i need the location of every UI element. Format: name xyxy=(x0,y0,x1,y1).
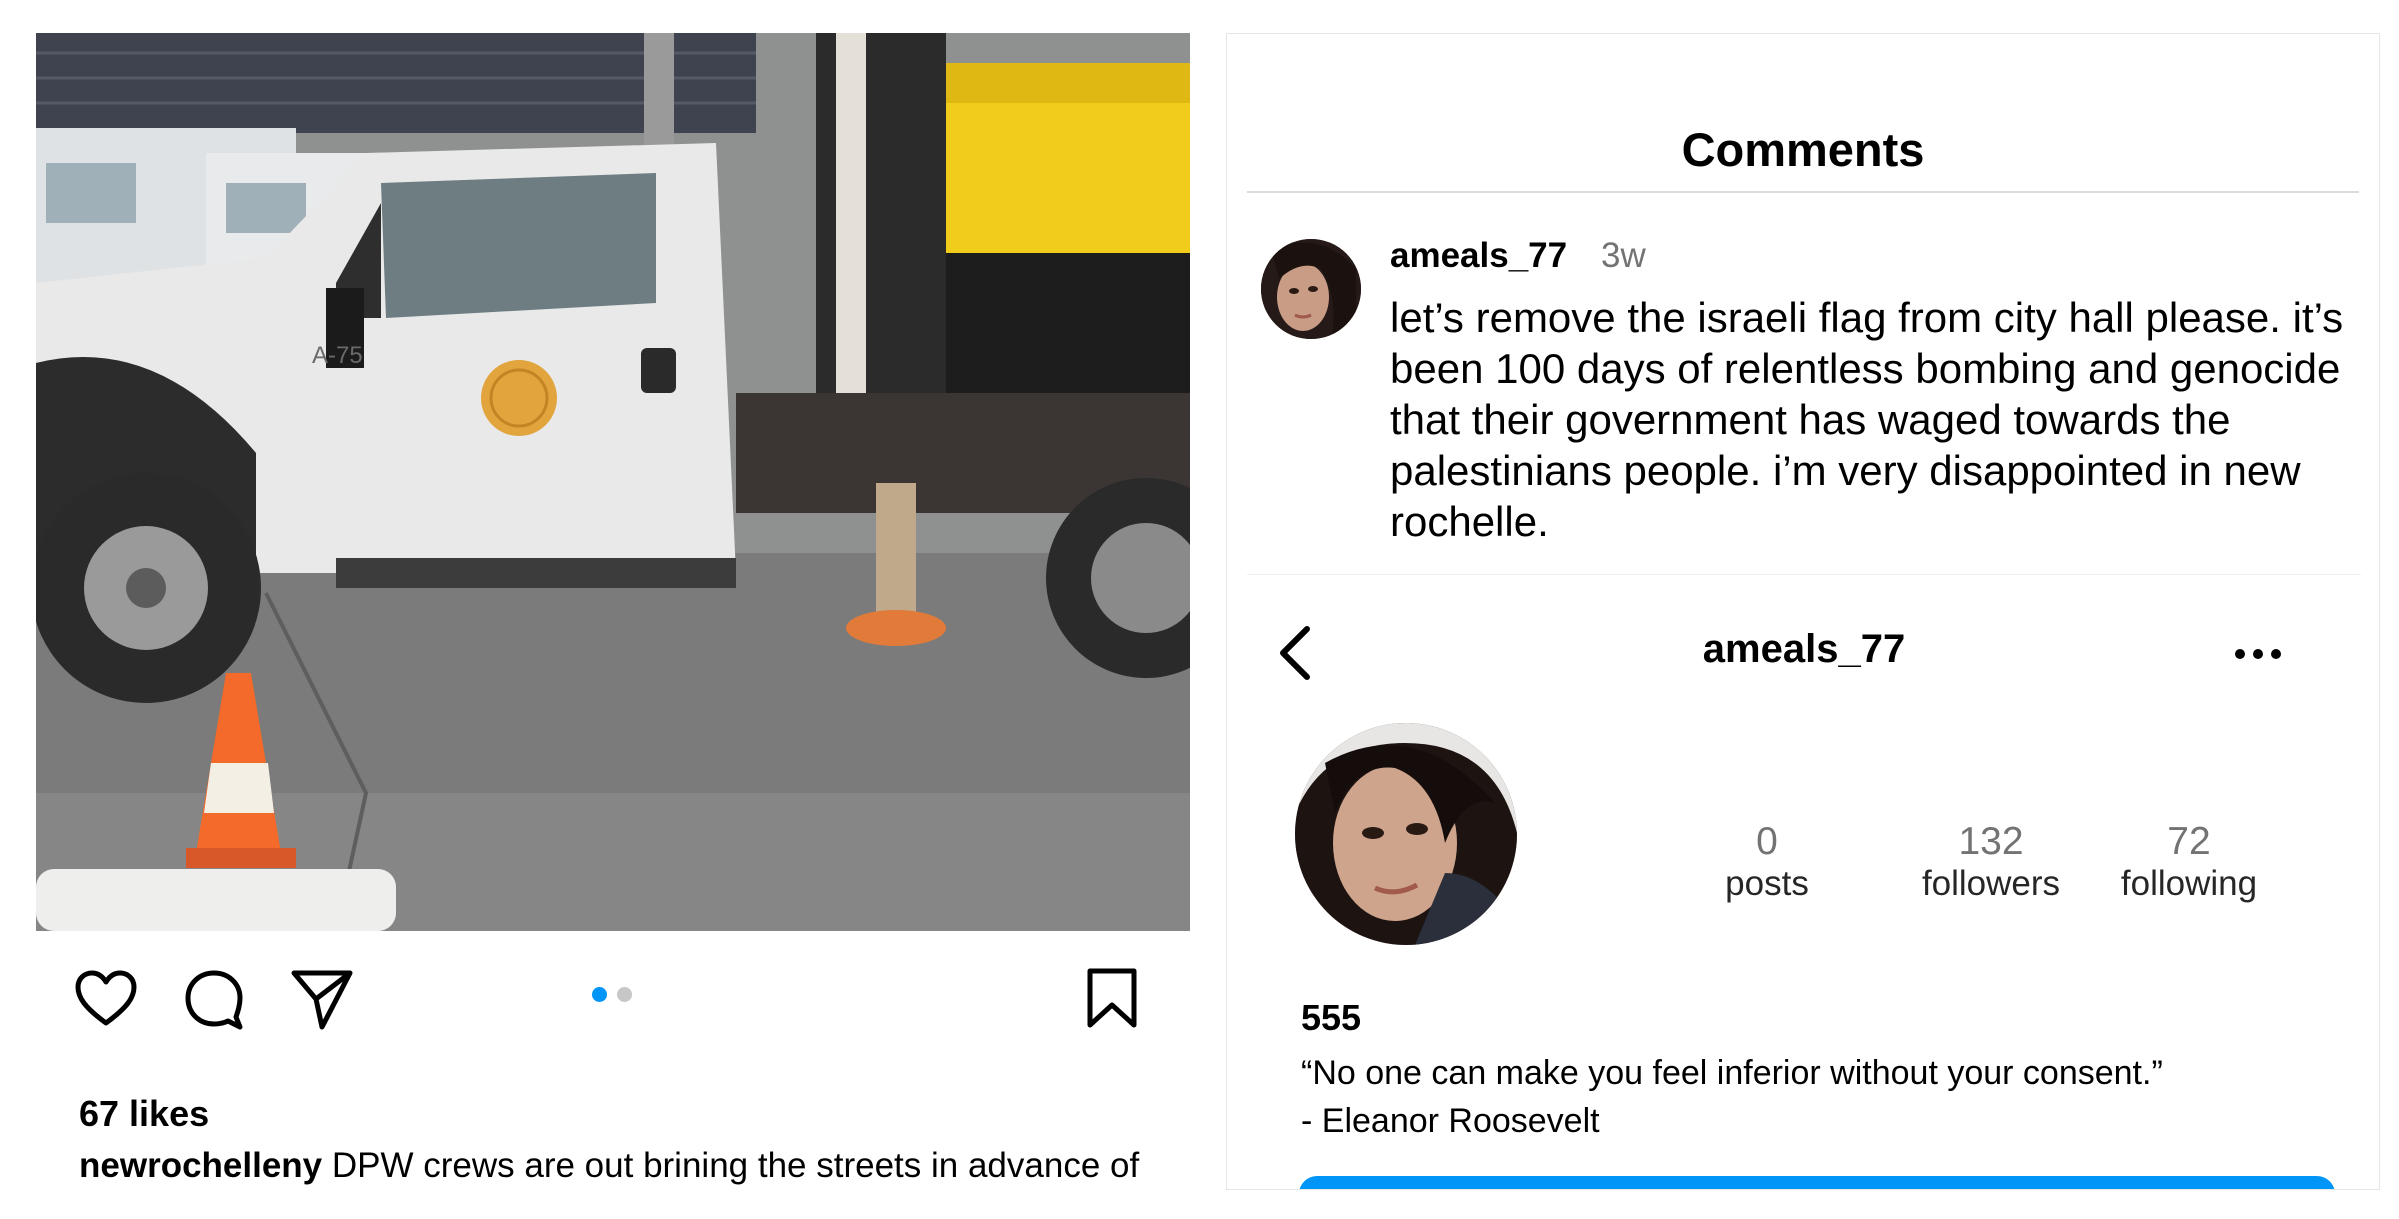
stat-followers[interactable]: 132 followers xyxy=(1901,820,2081,904)
divider xyxy=(1247,191,2359,193)
more-options-icon[interactable] xyxy=(2233,647,2283,661)
followers-label: followers xyxy=(1921,864,2061,903)
following-label: following xyxy=(2120,864,2258,903)
posts-label: posts xyxy=(1725,864,1809,903)
carousel-indicator xyxy=(592,986,632,1002)
bio-line: - Eleanor Roosevelt xyxy=(1301,1102,1600,1140)
profile-card: ameals_77 0 posts 132 followers 72 follo… xyxy=(1247,574,2361,1189)
profile-handle: ameals_77 xyxy=(1702,627,1906,671)
share-icon[interactable] xyxy=(290,967,354,1031)
profile-bio: “No one can make you feel inferior witho… xyxy=(1301,1049,2361,1145)
comment-avatar[interactable] xyxy=(1261,239,1361,339)
post-panel: A-75 67 likes newrochelleny DPW crews ar… xyxy=(36,33,1190,1190)
comments-title: Comments xyxy=(1681,123,1925,176)
post-photo[interactable]: A-75 xyxy=(36,33,1190,931)
truck-number: A-75 xyxy=(312,342,363,369)
comment-timestamp: 3w xyxy=(1601,236,1646,275)
comment-username[interactable]: ameals_77 xyxy=(1390,236,1567,276)
comment-text: let’s remove the israeli flag from city … xyxy=(1390,294,2344,545)
avatar-photo xyxy=(1261,239,1361,339)
follow-button[interactable] xyxy=(1299,1176,2335,1189)
stat-following[interactable]: 72 following xyxy=(2099,820,2279,904)
heart-icon[interactable] xyxy=(74,969,138,1029)
caption-username[interactable]: newrochelleny xyxy=(79,1146,322,1185)
carousel-dot-active xyxy=(592,986,607,1002)
bio-line: “No one can make you feel inferior witho… xyxy=(1301,1054,2163,1092)
bookmark-icon[interactable] xyxy=(1086,967,1138,1031)
stat-posts[interactable]: 0 posts xyxy=(1707,820,1827,904)
followers-count: 132 xyxy=(1958,820,2024,863)
comments-panel: Comments ameals_77 3w let’s remove the i… xyxy=(1226,33,2380,1190)
profile-avatar-photo xyxy=(1295,723,1517,945)
truck-photo: A-75 xyxy=(36,33,1190,931)
post-caption: newrochelleny DPW crews are out brining … xyxy=(79,1145,1159,1190)
profile-avatar[interactable] xyxy=(1295,723,1517,945)
following-count: 72 xyxy=(2167,820,2211,863)
comment-icon[interactable] xyxy=(182,967,246,1031)
profile-name: 555 xyxy=(1301,997,1362,1038)
posts-count: 0 xyxy=(1756,820,1778,863)
likes-count[interactable]: 67 likes xyxy=(79,1093,209,1135)
carousel-dot xyxy=(617,986,632,1002)
